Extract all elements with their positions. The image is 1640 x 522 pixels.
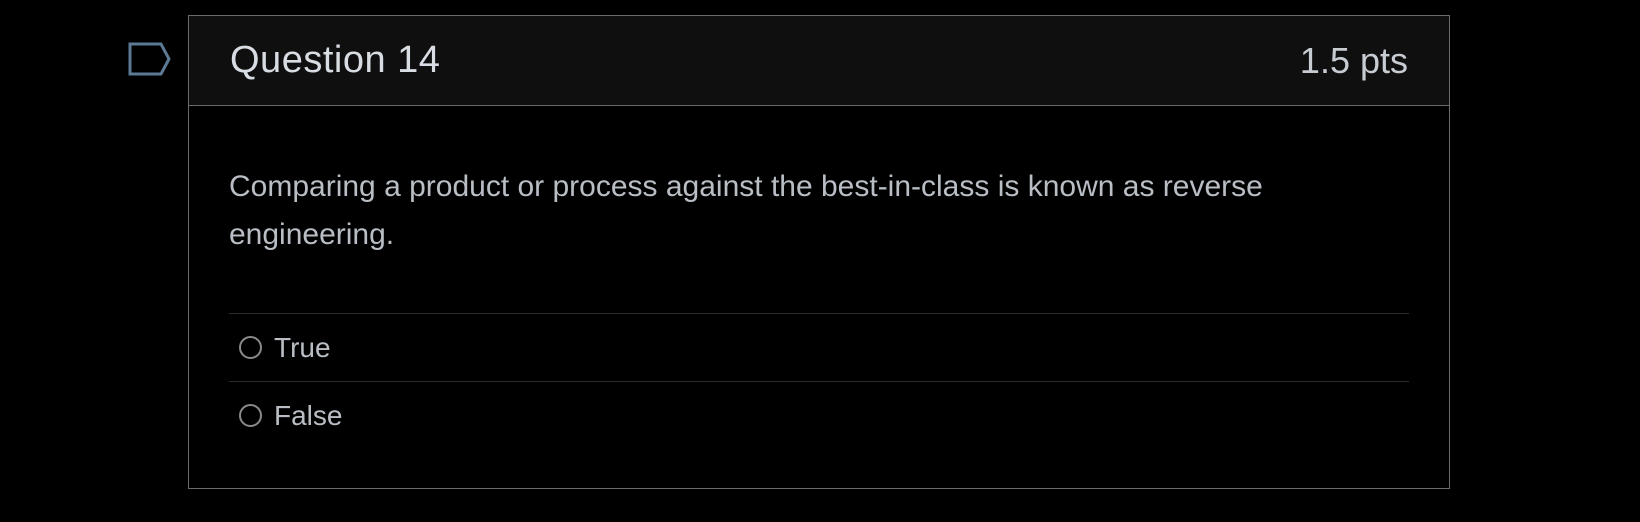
question-points: 1.5 pts bbox=[1299, 39, 1408, 81]
radio-button-icon[interactable] bbox=[239, 336, 262, 359]
answer-label[interactable]: True bbox=[274, 332, 331, 364]
answer-label[interactable]: False bbox=[274, 400, 342, 432]
question-title: Question 14 bbox=[230, 39, 441, 81]
answer-list: True False bbox=[229, 313, 1409, 449]
question-header: Question 14 1.5 pts bbox=[189, 16, 1449, 106]
flag-question-icon[interactable] bbox=[128, 42, 172, 76]
question-text: Comparing a product or process against t… bbox=[229, 170, 1263, 251]
answer-option-false[interactable]: False bbox=[229, 381, 1409, 449]
question-card: Question 14 1.5 pts Comparing a product … bbox=[188, 15, 1450, 489]
question-body: Comparing a product or process against t… bbox=[189, 163, 1449, 449]
radio-button-icon[interactable] bbox=[239, 404, 262, 427]
answer-option-true[interactable]: True bbox=[229, 313, 1409, 381]
